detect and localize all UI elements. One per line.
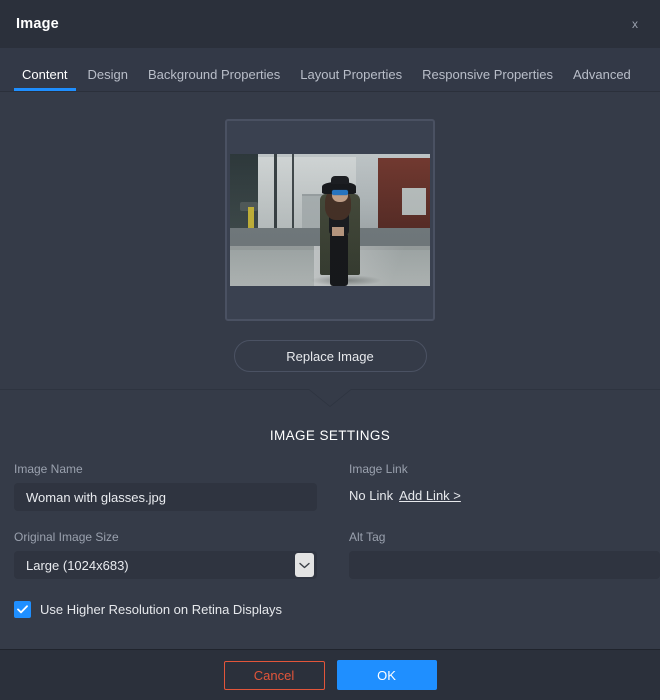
- image-link-field-group: Image Link No Link Add Link >: [330, 462, 646, 511]
- dialog-title: Image: [16, 16, 59, 32]
- dialog-footer: Cancel OK: [0, 649, 660, 700]
- image-settings-section: IMAGE SETTINGS Image Name Image Link No …: [0, 389, 660, 649]
- close-icon[interactable]: x: [624, 13, 646, 35]
- tab-design[interactable]: Design: [78, 68, 138, 91]
- tab-bar: Content Design Background Properties Lay…: [0, 48, 660, 92]
- settings-row-1: Image Name Image Link No Link Add Link >: [14, 462, 646, 511]
- photo-figure-midriff: [332, 226, 344, 236]
- ok-button[interactable]: OK: [336, 660, 437, 690]
- tab-responsive-properties[interactable]: Responsive Properties: [412, 68, 563, 91]
- tab-layout-properties[interactable]: Layout Properties: [290, 68, 412, 91]
- image-link-label: Image Link: [349, 462, 408, 476]
- image-settings-dialog: Image x Content Design Background Proper…: [0, 0, 660, 700]
- image-link-row: No Link Add Link >: [349, 483, 646, 503]
- alt-tag-label: Alt Tag: [349, 530, 386, 544]
- image-preview-area: Replace Image: [0, 92, 660, 389]
- chevron-down-icon[interactable]: [295, 553, 314, 577]
- alt-tag-field-group: Alt Tag: [330, 530, 660, 579]
- photo-brick-window: [402, 188, 426, 215]
- image-thumbnail: [230, 154, 430, 286]
- image-link-status: No Link: [349, 488, 394, 503]
- photo-figure-legs: [330, 233, 348, 286]
- original-image-size-select[interactable]: Large (1024x683): [14, 551, 317, 579]
- tab-advanced[interactable]: Advanced: [563, 68, 641, 91]
- dialog-titlebar: Image x: [0, 0, 660, 48]
- cancel-button[interactable]: Cancel: [223, 660, 325, 690]
- photo-hydrant: [248, 206, 254, 228]
- tab-content[interactable]: Content: [12, 68, 78, 91]
- photo-pole-right: [292, 154, 295, 231]
- check-icon: [17, 605, 28, 614]
- retina-checkbox[interactable]: [14, 601, 31, 618]
- original-image-size-value[interactable]: Large (1024x683): [14, 551, 317, 579]
- original-image-size-group: Original Image Size Large (1024x683): [14, 530, 330, 579]
- replace-image-button[interactable]: Replace Image: [233, 340, 427, 372]
- photo-figure-hat-crown: [331, 176, 349, 185]
- image-preview-frame[interactable]: [225, 119, 435, 321]
- photo-figure-sunglasses: [332, 190, 348, 196]
- settings-row-2: Original Image Size Large (1024x683) Alt…: [14, 530, 660, 579]
- image-name-field-group: Image Name: [14, 462, 330, 511]
- alt-tag-input[interactable]: [349, 551, 660, 579]
- tab-background-properties[interactable]: Background Properties: [138, 68, 290, 91]
- section-notch-icon: [309, 389, 351, 406]
- image-name-label: Image Name: [14, 462, 83, 476]
- image-name-input[interactable]: [14, 483, 317, 511]
- retina-checkbox-row: Use Higher Resolution on Retina Displays: [14, 601, 646, 618]
- original-image-size-label: Original Image Size: [14, 530, 119, 544]
- photo-pole-left: [274, 154, 278, 234]
- add-link-button[interactable]: Add Link >: [399, 488, 461, 503]
- retina-checkbox-label[interactable]: Use Higher Resolution on Retina Displays: [40, 602, 282, 617]
